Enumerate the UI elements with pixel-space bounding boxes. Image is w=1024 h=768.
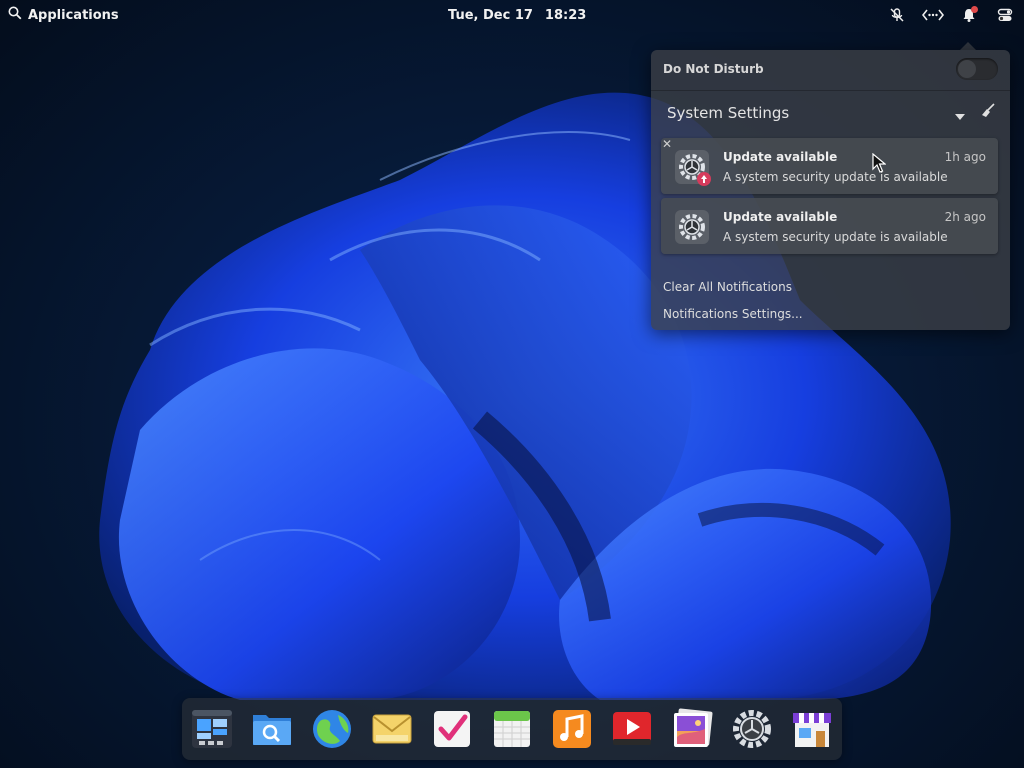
do-not-disturb-label: Do Not Disturb	[663, 62, 764, 76]
notification-title: Update available	[723, 150, 838, 164]
applications-label: Applications	[28, 7, 119, 23]
microphone-muted-icon[interactable]	[884, 3, 910, 27]
notification-time: 2h ago	[944, 210, 986, 224]
date-label: Tue, Dec 17	[448, 7, 533, 23]
notification-item[interactable]: Update available 2h ago A system securit…	[661, 198, 998, 254]
indicator-area	[884, 2, 1018, 28]
time-label: 18:23	[544, 7, 587, 23]
system-settings-icon	[673, 208, 713, 248]
music-icon[interactable]	[550, 707, 594, 751]
broom-clear-icon[interactable]	[980, 102, 996, 122]
system-settings-icon[interactable]	[730, 707, 774, 751]
popover-arrow	[960, 42, 976, 50]
system-toggle-icon[interactable]	[992, 3, 1018, 27]
do-not-disturb-row: Do Not Disturb	[651, 50, 1010, 91]
switch-knob	[958, 60, 976, 78]
mouse-pointer-icon	[872, 152, 887, 177]
notifications-popover: Do Not Disturb System Settings ✕ Update …	[651, 50, 1010, 330]
appcenter-icon[interactable]	[790, 707, 834, 751]
clear-all-notifications-button[interactable]: Clear All Notifications	[663, 280, 792, 294]
calendar-icon[interactable]	[490, 707, 534, 751]
mail-icon[interactable]	[370, 707, 414, 751]
applications-menu-button[interactable]: Applications	[4, 4, 123, 26]
tasks-icon[interactable]	[430, 707, 474, 751]
photos-icon[interactable]	[670, 707, 714, 751]
do-not-disturb-switch[interactable]	[956, 58, 998, 80]
notification-time: 1h ago	[944, 150, 986, 164]
app-group-header[interactable]: System Settings	[651, 90, 1010, 132]
notification-body: A system security update is available	[723, 170, 948, 184]
notification-title: Update available	[723, 210, 838, 224]
notification-item[interactable]: ✕ Update available 1h ago A system secur…	[661, 138, 998, 194]
datetime-indicator[interactable]: Tue, Dec 17 18:23	[448, 4, 586, 26]
multitasking-view-icon[interactable]	[190, 707, 234, 751]
videos-icon[interactable]	[610, 707, 654, 751]
top-panel: Applications Tue, Dec 17 18:23	[0, 0, 1024, 30]
notifications-settings-button[interactable]: Notifications Settings...	[663, 307, 803, 321]
system-settings-update-icon	[673, 148, 713, 188]
notification-badge	[971, 6, 978, 13]
web-browser-icon[interactable]	[310, 707, 354, 751]
chevron-down-icon[interactable]	[954, 106, 966, 125]
notification-body: A system security update is available	[723, 230, 948, 244]
files-icon[interactable]	[250, 707, 294, 751]
app-group-title: System Settings	[667, 104, 790, 122]
network-wired-icon[interactable]	[920, 3, 946, 27]
close-icon[interactable]: ✕	[661, 138, 673, 150]
notifications-icon[interactable]	[956, 3, 982, 27]
search-icon	[8, 6, 22, 24]
dock	[182, 698, 842, 760]
